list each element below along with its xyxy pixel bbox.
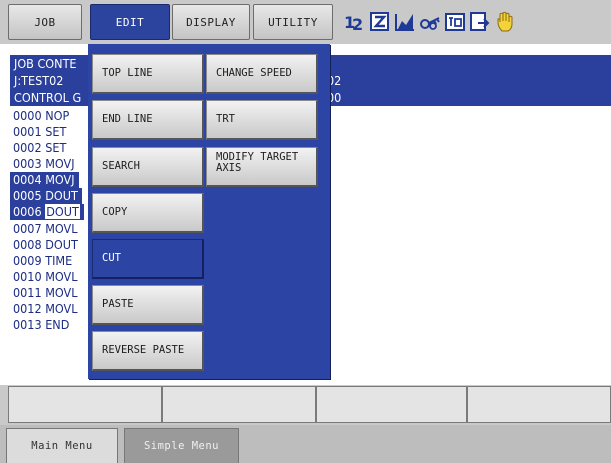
servo-chart-icon[interactable] [394, 11, 416, 33]
job-line[interactable]: 0009 TIME [10, 253, 72, 269]
main-menu-button[interactable]: Main Menu [6, 428, 118, 463]
teach-mode-icon[interactable] [369, 11, 391, 33]
menu-item-cut[interactable]: CUT [92, 239, 204, 279]
tool-icon[interactable] [444, 11, 466, 33]
job-line[interactable]: 0000 NOP [10, 108, 69, 124]
menu-item-copy[interactable]: COPY [92, 193, 204, 233]
tab-job[interactable]: JOB [8, 4, 82, 40]
edit-menu-dropdown: TOP LINE END LINE SEARCH COPY CUT PASTE … [88, 44, 330, 379]
tab-utility[interactable]: UTILITY [253, 4, 333, 40]
menu-item-top-line[interactable]: TOP LINE [92, 54, 204, 94]
menu-item-trt[interactable]: TRT [206, 100, 318, 140]
top-menu-bar: JOB EDIT DISPLAY UTILITY 1 2 [0, 0, 611, 44]
status-box-2 [162, 386, 316, 423]
hand-pointer-icon[interactable] [494, 11, 516, 33]
job-line[interactable]: 0012 MOVL [10, 301, 78, 317]
status-box-1 [8, 386, 162, 423]
job-line-selected[interactable]: 0005 DOUT [10, 188, 82, 204]
job-line[interactable]: 0001 SET [10, 124, 66, 140]
menu-item-change-speed[interactable]: CHANGE SPEED [206, 54, 318, 94]
tab-display[interactable]: DISPLAY [172, 4, 250, 40]
job-line[interactable]: 0011 MOVL [10, 285, 78, 301]
tab-edit[interactable]: EDIT [90, 4, 170, 40]
job-line[interactable]: 0007 MOVL [10, 221, 78, 237]
key-icon[interactable] [419, 11, 441, 33]
step-number-icon[interactable]: 1 2 [344, 11, 366, 33]
job-line-cursor[interactable]: 0006 DOUT [10, 204, 84, 220]
status-bar [0, 385, 611, 425]
menu-item-reverse-paste[interactable]: REVERSE PASTE [92, 331, 204, 371]
screen-switch-icon[interactable] [469, 11, 491, 33]
menu-item-modify-target-axis[interactable]: MODIFY TARGET AXIS [206, 147, 318, 187]
menu-item-search[interactable]: SEARCH [92, 147, 204, 187]
status-box-3 [316, 386, 467, 423]
job-line[interactable]: 0003 MOVJ [10, 156, 75, 172]
menu-item-end-line[interactable]: END LINE [92, 100, 204, 140]
status-box-4 [467, 386, 611, 423]
menu-item-paste[interactable]: PASTE [92, 285, 204, 325]
job-line-selected[interactable]: 0004 MOVJ [10, 172, 79, 188]
job-line[interactable]: 0008 DOUT [10, 237, 78, 253]
job-line[interactable]: 0002 SET [10, 140, 66, 156]
svg-text:2: 2 [352, 15, 363, 33]
job-line[interactable]: 0013 END [10, 317, 69, 333]
simple-menu-button[interactable]: Simple Menu [124, 428, 239, 463]
job-line[interactable]: 0010 MOVL [10, 269, 78, 285]
bottom-menu-bar: Main Menu Simple Menu [0, 425, 611, 463]
